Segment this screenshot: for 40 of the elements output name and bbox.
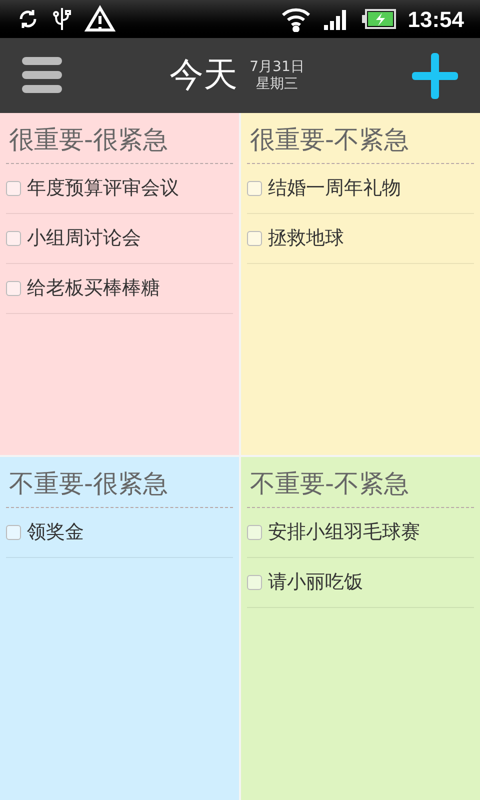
task-text: 小组周讨论会 [27, 226, 141, 252]
plus-icon [412, 52, 458, 98]
checkbox[interactable] [6, 525, 21, 540]
checkbox[interactable] [247, 525, 262, 540]
quadrant-title: 不重要-很紧急 [6, 465, 233, 508]
task-item[interactable]: 结婚一周年礼物 [247, 164, 474, 214]
warning-icon [84, 5, 116, 33]
status-time: 13:54 [408, 6, 464, 34]
quadrant-title: 不重要-不紧急 [247, 465, 474, 508]
header-weekday: 星期三 [256, 76, 298, 92]
quadrant-title: 很重要-很紧急 [6, 121, 233, 164]
task-item[interactable]: 年度预算评审会议 [6, 164, 233, 214]
task-text: 请小丽吃饭 [268, 570, 363, 596]
checkbox[interactable] [247, 231, 262, 246]
task-text: 安排小组羽毛球赛 [268, 520, 420, 546]
task-item[interactable]: 安排小组羽毛球赛 [247, 508, 474, 558]
header-date: 7月31日 [250, 58, 304, 76]
task-text: 结婚一周年礼物 [268, 176, 401, 202]
wifi-icon [280, 6, 312, 32]
task-text: 领奖金 [27, 520, 84, 546]
checkbox[interactable] [6, 281, 21, 296]
checkbox[interactable] [6, 231, 21, 246]
quadrant-title: 很重要-不紧急 [247, 121, 474, 164]
task-text: 拯救地球 [268, 226, 344, 252]
usb-icon [52, 6, 72, 32]
battery-icon [362, 9, 396, 29]
checkbox[interactable] [6, 181, 21, 196]
menu-button[interactable] [22, 56, 62, 94]
header-title: 今天 [170, 54, 238, 97]
task-item[interactable]: 领奖金 [6, 508, 233, 558]
task-item[interactable]: 小组周讨论会 [6, 214, 233, 264]
checkbox[interactable] [247, 181, 262, 196]
checkbox[interactable] [247, 575, 262, 590]
task-text: 给老板买棒棒糖 [27, 276, 160, 302]
task-text: 年度预算评审会议 [27, 176, 179, 202]
task-item[interactable]: 请小丽吃饭 [247, 558, 474, 608]
task-item[interactable]: 给老板买棒棒糖 [6, 264, 233, 314]
task-item[interactable]: 拯救地球 [247, 214, 474, 264]
menu-icon [22, 56, 62, 94]
add-button[interactable] [412, 52, 458, 98]
